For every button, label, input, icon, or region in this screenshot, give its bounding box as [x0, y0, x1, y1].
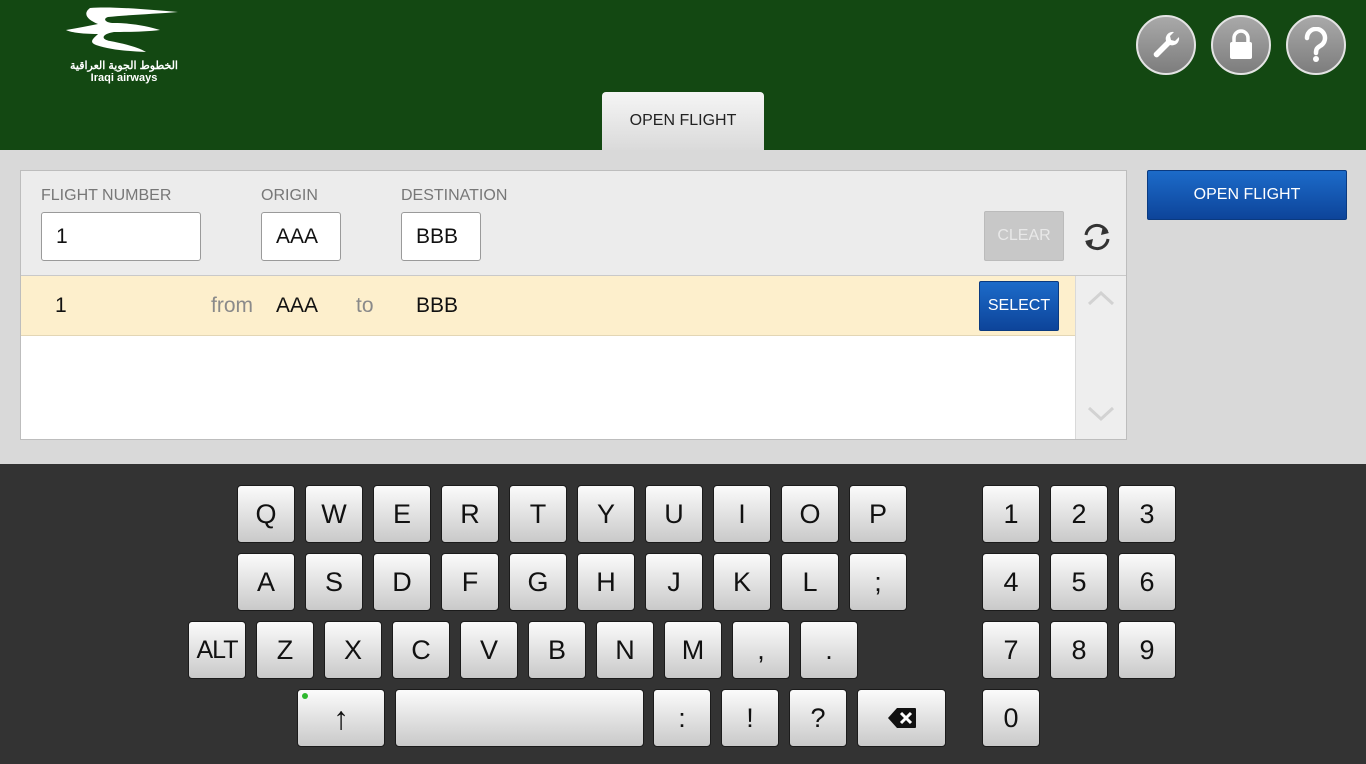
key-a[interactable]: A: [237, 553, 295, 611]
key-x[interactable]: X: [324, 621, 382, 679]
key-8[interactable]: 8: [1050, 621, 1108, 679]
key-alt[interactable]: ALT: [188, 621, 246, 679]
help-button[interactable]: [1286, 15, 1346, 75]
key-3[interactable]: 3: [1118, 485, 1176, 543]
key-space[interactable]: [395, 689, 644, 747]
key-y[interactable]: Y: [577, 485, 635, 543]
clear-button[interactable]: CLEAR: [984, 211, 1064, 261]
key-n[interactable]: N: [596, 621, 654, 679]
bird-logo-icon: [66, 7, 178, 53]
key-7[interactable]: 7: [982, 621, 1040, 679]
key-b[interactable]: B: [528, 621, 586, 679]
flight-number-label: FLIGHT NUMBER: [41, 187, 172, 204]
key-h[interactable]: H: [577, 553, 635, 611]
tab-open-flight[interactable]: OPEN FLIGHT: [602, 92, 764, 150]
logo-arabic-text: الخطوط الجوية العراقية: [70, 60, 178, 72]
key-r[interactable]: R: [441, 485, 499, 543]
flight-search-panel: FLIGHT NUMBER 1 ORIGIN AAA DESTINATION B…: [20, 170, 1127, 440]
key-m[interactable]: M: [664, 621, 722, 679]
origin-label: ORIGIN: [261, 187, 318, 204]
key-e[interactable]: E: [373, 485, 431, 543]
destination-label: DESTINATION: [401, 187, 508, 204]
key-1[interactable]: 1: [982, 485, 1040, 543]
key-colon[interactable]: :: [653, 689, 711, 747]
key-6[interactable]: 6: [1118, 553, 1176, 611]
key-q[interactable]: Q: [237, 485, 295, 543]
key-s[interactable]: S: [305, 553, 363, 611]
iraqi-airways-logo: الخطوط الجوية العراقية Iraqi airways: [62, 6, 182, 86]
key-0[interactable]: 0: [982, 689, 1040, 747]
key-l[interactable]: L: [781, 553, 839, 611]
row-origin: AAA: [276, 294, 319, 317]
chevron-up-icon[interactable]: [1086, 288, 1116, 308]
key-j[interactable]: J: [645, 553, 703, 611]
key-semicolon[interactable]: ;: [849, 553, 907, 611]
flight-number-input[interactable]: 1: [41, 212, 201, 261]
key-v[interactable]: V: [460, 621, 518, 679]
key-exclamation[interactable]: !: [721, 689, 779, 747]
row-from-label: from: [211, 294, 253, 317]
refresh-icon[interactable]: [1081, 221, 1113, 253]
key-c[interactable]: C: [392, 621, 450, 679]
key-p[interactable]: P: [849, 485, 907, 543]
on-screen-keyboard: Q W E R T Y U I O P A S D F G H J K L ; …: [0, 464, 1366, 764]
row-to-label: to: [356, 294, 374, 317]
key-9[interactable]: 9: [1118, 621, 1176, 679]
key-f[interactable]: F: [441, 553, 499, 611]
origin-input[interactable]: AAA: [261, 212, 341, 261]
shift-indicator: [302, 693, 308, 699]
key-period[interactable]: .: [800, 621, 858, 679]
list-scrollbar[interactable]: [1075, 276, 1126, 439]
key-4[interactable]: 4: [982, 553, 1040, 611]
key-d[interactable]: D: [373, 553, 431, 611]
row-destination: BBB: [416, 294, 459, 317]
key-shift[interactable]: ↑: [297, 689, 385, 747]
logo-english-text: Iraqi airways: [90, 72, 158, 84]
key-backspace[interactable]: [857, 689, 946, 747]
key-t[interactable]: T: [509, 485, 567, 543]
lock-icon: [1230, 29, 1252, 59]
table-row[interactable]: 1 from AAA to BBB SELECT: [21, 276, 1075, 336]
destination-input[interactable]: BBB: [401, 212, 481, 261]
filter-bar: FLIGHT NUMBER 1 ORIGIN AAA DESTINATION B…: [21, 171, 1126, 276]
settings-button[interactable]: [1136, 15, 1196, 75]
key-k[interactable]: K: [713, 553, 771, 611]
key-2[interactable]: 2: [1050, 485, 1108, 543]
help-icon: [1304, 27, 1328, 62]
key-z[interactable]: Z: [256, 621, 314, 679]
key-w[interactable]: W: [305, 485, 363, 543]
backspace-icon: [887, 708, 916, 728]
key-g[interactable]: G: [509, 553, 567, 611]
flight-results-list: 1 from AAA to BBB SELECT: [21, 276, 1075, 439]
row-flight-number: 1: [55, 294, 67, 317]
key-i[interactable]: I: [713, 485, 771, 543]
key-question[interactable]: ?: [789, 689, 847, 747]
wrench-icon: [1153, 31, 1180, 58]
select-button[interactable]: SELECT: [979, 281, 1059, 331]
app-header: الخطوط الجوية العراقية Iraqi airways OPE…: [0, 0, 1366, 150]
open-flight-button[interactable]: OPEN FLIGHT: [1147, 170, 1347, 220]
key-u[interactable]: U: [645, 485, 703, 543]
key-o[interactable]: O: [781, 485, 839, 543]
lock-button[interactable]: [1211, 15, 1271, 75]
key-5[interactable]: 5: [1050, 553, 1108, 611]
key-comma[interactable]: ,: [732, 621, 790, 679]
chevron-down-icon[interactable]: [1086, 404, 1116, 424]
shift-arrow-icon: ↑: [333, 699, 349, 736]
